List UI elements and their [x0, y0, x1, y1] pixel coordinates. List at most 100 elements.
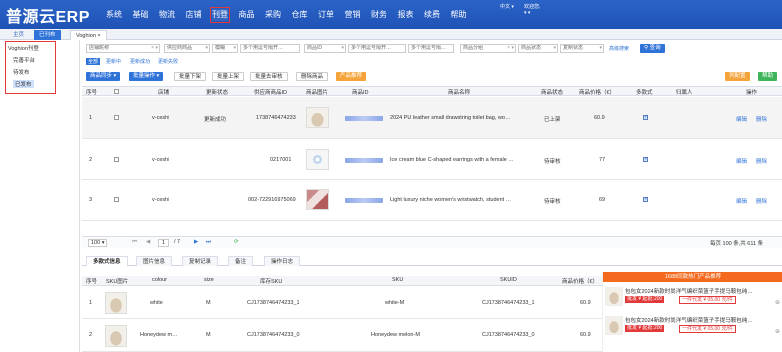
- product-id-select[interactable]: 商品ID ▾: [304, 44, 346, 53]
- advanced-search-link[interactable]: 高级搜索: [609, 45, 629, 52]
- row-product-name[interactable]: 2024 PU leather small drawstring toilet …: [390, 115, 535, 121]
- recommendation-item[interactable]: 包包女2024新款时尚洋气编织菜篮子手提马鞍包纯… 批发 ¥ 起批:200 一件…: [603, 285, 782, 309]
- top-navbar: 普源云ERP 系统 基础 物流 店铺 刊登 商品 采购 仓库 订单 营销 财务 …: [0, 0, 782, 29]
- page-number-input[interactable]: 1: [158, 239, 170, 247]
- app-logo[interactable]: 普源云ERP: [6, 3, 90, 27]
- menu-help[interactable]: 帮助: [451, 9, 467, 21]
- prev-page-icon[interactable]: ◀: [146, 239, 150, 245]
- tree-item-published[interactable]: 已发布: [13, 80, 34, 88]
- menu-store[interactable]: 店铺: [186, 9, 202, 21]
- match-mode-select[interactable]: 模糊 ▾: [212, 44, 238, 53]
- menu-listing[interactable]: 刊登: [210, 7, 230, 23]
- delete-link[interactable]: 删除: [756, 157, 767, 165]
- menu-purchase[interactable]: 采购: [265, 9, 281, 21]
- language-select[interactable]: 中文 ▾: [500, 4, 514, 11]
- tree-item-complete[interactable]: 完善平台: [13, 56, 35, 64]
- product-thumbnail[interactable]: [306, 189, 329, 210]
- recommendation-title[interactable]: 包包女2024新款时尚洋气编织菜篮子手提马鞍包纯…: [625, 287, 780, 295]
- cart-icon[interactable]: ⊕: [775, 328, 780, 335]
- variant-row[interactable]: 1 white M CJ1738746474233_1 white-M CJ17…: [82, 287, 602, 319]
- supplier-filter[interactable]: 供应商商品 ▾: [164, 44, 210, 53]
- recommendation-title[interactable]: 包包女2024新款时尚洋气编织菜篮子手提马鞍包纯…: [625, 316, 780, 324]
- recommendation-image[interactable]: [605, 287, 623, 306]
- menu-basic[interactable]: 基础: [133, 9, 149, 21]
- table-row[interactable]: 2 v-ceshi 0217001 Ice cream blue C-shape…: [82, 140, 782, 180]
- menu-marketing[interactable]: 营销: [345, 9, 361, 21]
- select-all-checkbox[interactable]: [114, 89, 119, 94]
- cart-icon[interactable]: ⊕: [775, 299, 780, 306]
- row-product-name[interactable]: Ice cream blue C-shaped earrings with a …: [390, 157, 535, 163]
- supplier-id-input[interactable]: 多个用逗号隔开…: [240, 44, 300, 53]
- batch-operation-button[interactable]: 批量操作 ▾: [129, 72, 164, 81]
- table-row[interactable]: 3 v-ceshi 002-722916975069 Light luxury …: [82, 181, 782, 221]
- product-thumbnail[interactable]: [306, 149, 329, 170]
- total-pages: / 7: [174, 239, 181, 245]
- recommendation-item[interactable]: 包包女2024新款时尚洋气编织菜篮子手提马鞍包纯… 批发 ¥ 起批:200 一件…: [603, 314, 782, 338]
- edit-link[interactable]: 编辑: [736, 197, 747, 205]
- batch-review-button[interactable]: 批量去审核: [250, 72, 288, 81]
- menu-finance[interactable]: 财务: [371, 9, 387, 21]
- edit-link[interactable]: 编辑: [736, 157, 747, 165]
- menu-reports[interactable]: 报表: [398, 9, 414, 21]
- menu-products[interactable]: 商品: [239, 9, 255, 21]
- tab-operation-log[interactable]: 操作日志: [264, 256, 301, 266]
- status-filter[interactable]: 商品状态 ▾: [518, 44, 558, 53]
- batch-on-shelf-button[interactable]: 批量上架: [212, 72, 245, 81]
- store-filter[interactable]: 店铺昵称 × ▾: [86, 44, 160, 53]
- col-size: size: [204, 277, 214, 283]
- filter-updating[interactable]: 更新中: [106, 58, 121, 65]
- tab-variants[interactable]: 多款式信息: [86, 256, 128, 266]
- row-multi-checkbox[interactable]: [643, 114, 648, 120]
- refresh-icon[interactable]: ⟳: [234, 239, 239, 245]
- tree-root[interactable]: Voghion刊登: [8, 44, 39, 52]
- menu-logistics[interactable]: 物流: [159, 9, 175, 21]
- product-thumbnail[interactable]: [306, 107, 329, 128]
- tab-notes[interactable]: 备注: [228, 256, 254, 266]
- row-product-name[interactable]: Light luxury niche women's wristwatch, s…: [390, 197, 535, 203]
- menu-orders[interactable]: 订单: [318, 9, 334, 21]
- menu-warehouse[interactable]: 仓库: [292, 9, 308, 21]
- next-page-icon[interactable]: ▶: [194, 239, 198, 245]
- batch-off-shelf-button[interactable]: 批量下架: [174, 72, 207, 81]
- edit-link[interactable]: 编辑: [736, 115, 747, 123]
- last-page-icon[interactable]: ⏭: [206, 239, 211, 246]
- tab-images[interactable]: 图片信息: [136, 256, 173, 266]
- row-checkbox[interactable]: [114, 157, 119, 162]
- row-checkbox[interactable]: [114, 197, 119, 202]
- user-menu[interactable]: ▾ ▾: [524, 10, 530, 17]
- copy-status-filter[interactable]: 复制状态 ▾: [560, 44, 604, 53]
- search-button[interactable]: ⚲ 查询: [640, 44, 665, 53]
- row-multi-checkbox[interactable]: [643, 196, 648, 202]
- product-recommend-button[interactable]: 产品推荐: [336, 72, 367, 81]
- tab-voghion[interactable]: Voghion ×: [70, 30, 107, 40]
- filter-update-failed[interactable]: 更新失败: [158, 58, 178, 65]
- tree-item-pending[interactable]: 待发布: [13, 68, 30, 76]
- row-multi-checkbox[interactable]: [643, 156, 648, 162]
- help-button[interactable]: 帮助: [758, 72, 778, 81]
- page-size-select[interactable]: 100 ▾: [88, 239, 108, 247]
- filter-all[interactable]: 全部: [86, 58, 101, 65]
- menu-system[interactable]: 系统: [106, 9, 122, 21]
- table-row[interactable]: 1 v-ceshi 更新成功 1738746474233 2024 PU lea…: [82, 97, 782, 139]
- filter-update-success[interactable]: 更新成功: [130, 58, 150, 65]
- delete-link[interactable]: 删除: [756, 197, 767, 205]
- tab-published[interactable]: 已刊布: [34, 30, 61, 40]
- group-filter[interactable]: 商品分组 × ▾: [460, 44, 516, 53]
- tab-copy-records[interactable]: 复制记录: [182, 256, 219, 266]
- multi-input[interactable]: 多个用逗号隔…: [408, 44, 454, 53]
- copy-status-label: 复制状态: [563, 45, 584, 51]
- first-page-icon[interactable]: ⏮: [132, 239, 137, 246]
- product-id-redacted: [345, 116, 383, 121]
- row-checkbox[interactable]: [114, 115, 119, 120]
- delete-link[interactable]: 删除: [756, 115, 767, 123]
- sku-thumbnail[interactable]: [105, 292, 127, 314]
- column-config-button[interactable]: 列配置: [725, 72, 750, 81]
- recommendation-image[interactable]: [605, 316, 623, 335]
- variant-row[interactable]: 2 Honeydew m… M CJ1738746474233_0 Honeyd…: [82, 320, 602, 352]
- tab-home[interactable]: 主页: [8, 30, 29, 40]
- product-sync-button[interactable]: 商品同步 ▾: [86, 72, 121, 81]
- menu-renew[interactable]: 续费: [424, 9, 440, 21]
- sku-thumbnail[interactable]: [105, 325, 127, 347]
- delete-product-button[interactable]: 删除商品: [296, 72, 329, 81]
- product-id-input[interactable]: 多个用逗号隔开…: [348, 44, 406, 53]
